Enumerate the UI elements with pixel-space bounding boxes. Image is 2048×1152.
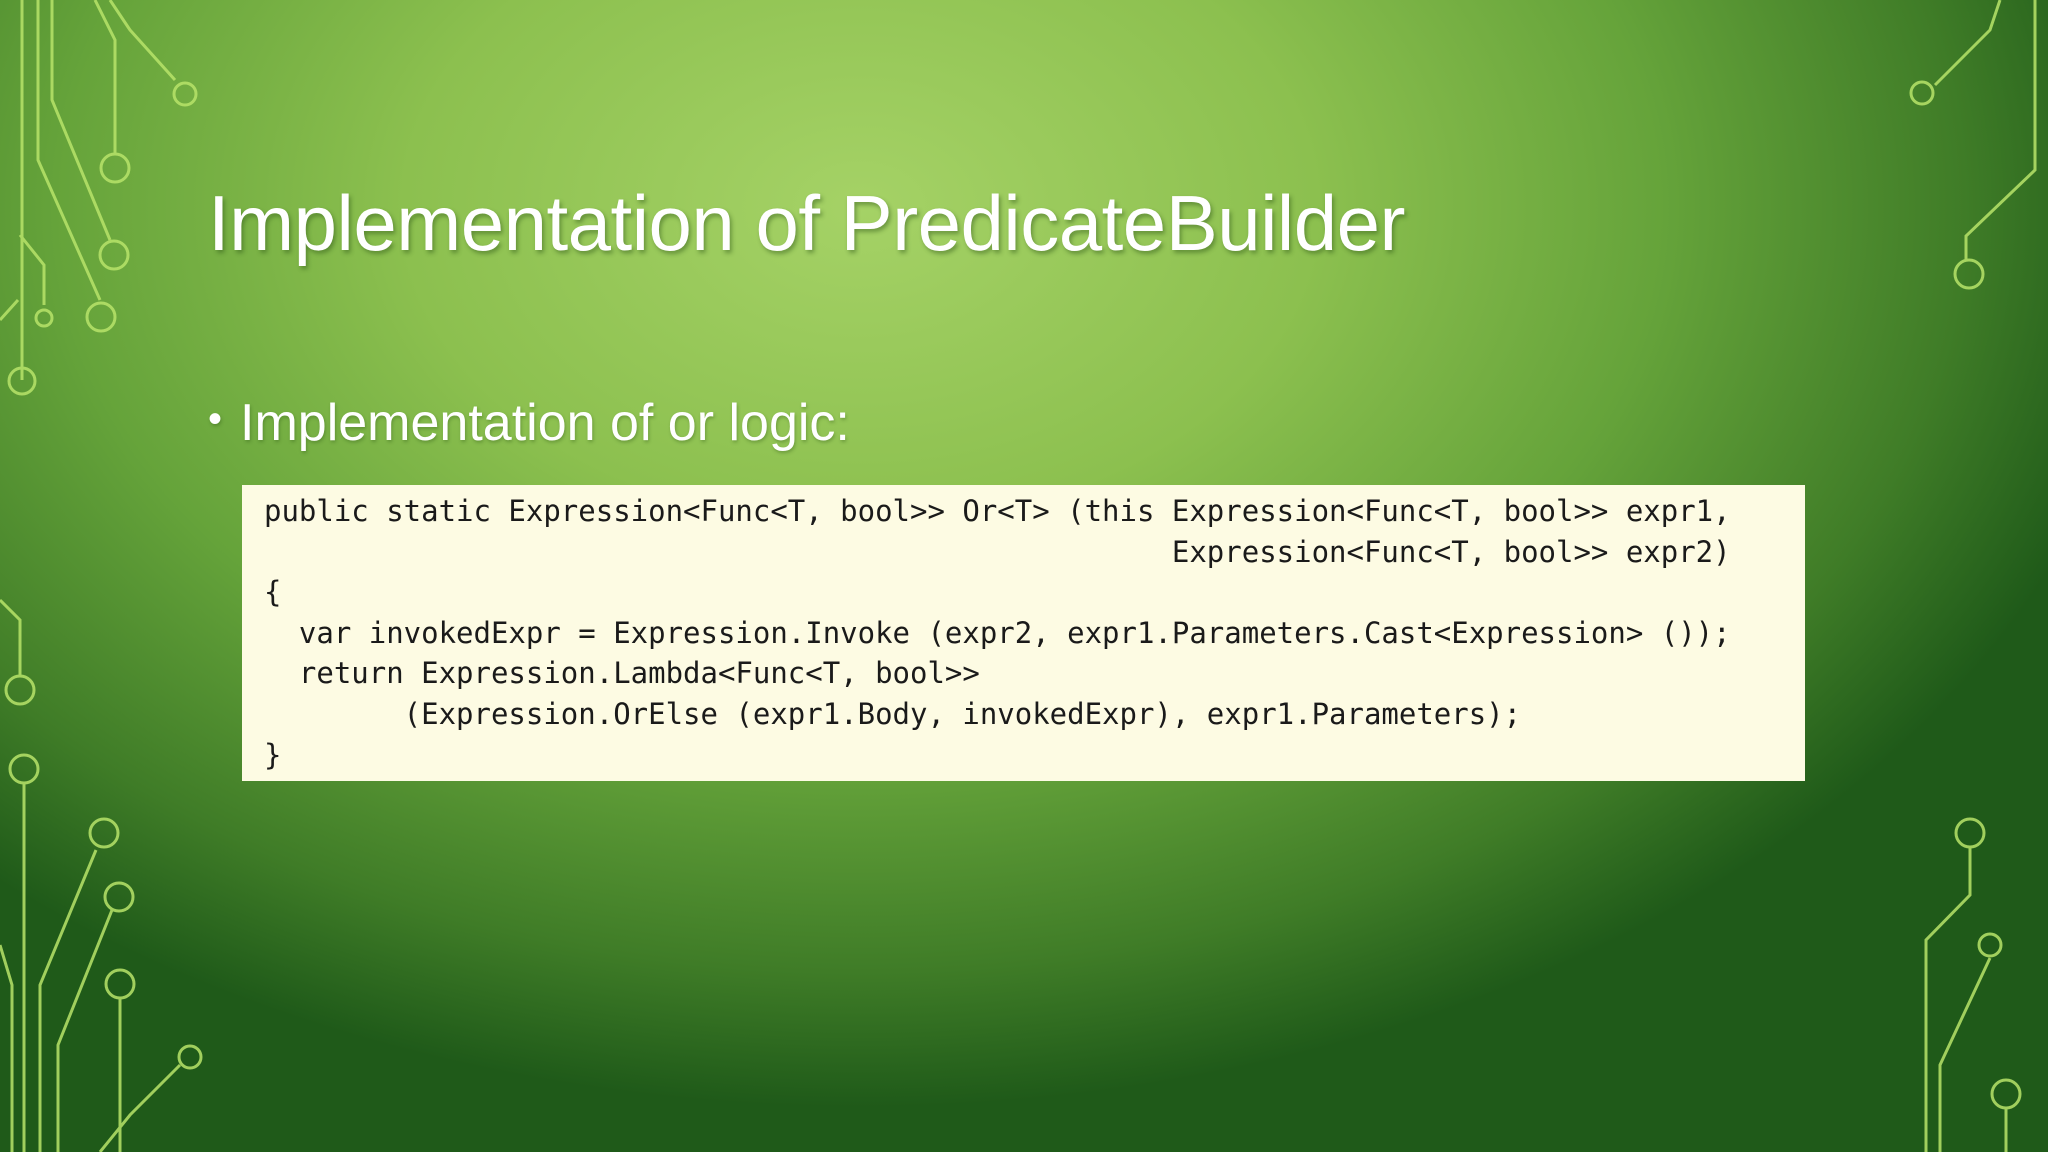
bullet-item: • Implementation of or logic: bbox=[208, 393, 850, 453]
slide: Implementation of PredicateBuilder • Imp… bbox=[0, 0, 2048, 1152]
bullet-point-icon: • bbox=[208, 397, 223, 441]
code-line: } bbox=[264, 737, 282, 772]
code-line: public static Expression<Func<T, bool>> … bbox=[264, 494, 1731, 528]
bullet-text: Implementation of or logic: bbox=[240, 394, 850, 452]
code-line: Expression<Func<T, bool>> expr2) bbox=[264, 534, 1731, 569]
code-line: (Expression.OrElse (expr1.Body, invokedE… bbox=[264, 696, 1522, 731]
code-line: return Expression.Lambda<Func<T, bool>> bbox=[264, 656, 980, 691]
code-line: { bbox=[264, 575, 282, 610]
code-line: var invokedExpr = Expression.Invoke (exp… bbox=[264, 615, 1731, 650]
code-block: public static Expression<Func<T, bool>> … bbox=[242, 485, 1805, 781]
slide-title: Implementation of PredicateBuilder bbox=[208, 179, 1406, 267]
